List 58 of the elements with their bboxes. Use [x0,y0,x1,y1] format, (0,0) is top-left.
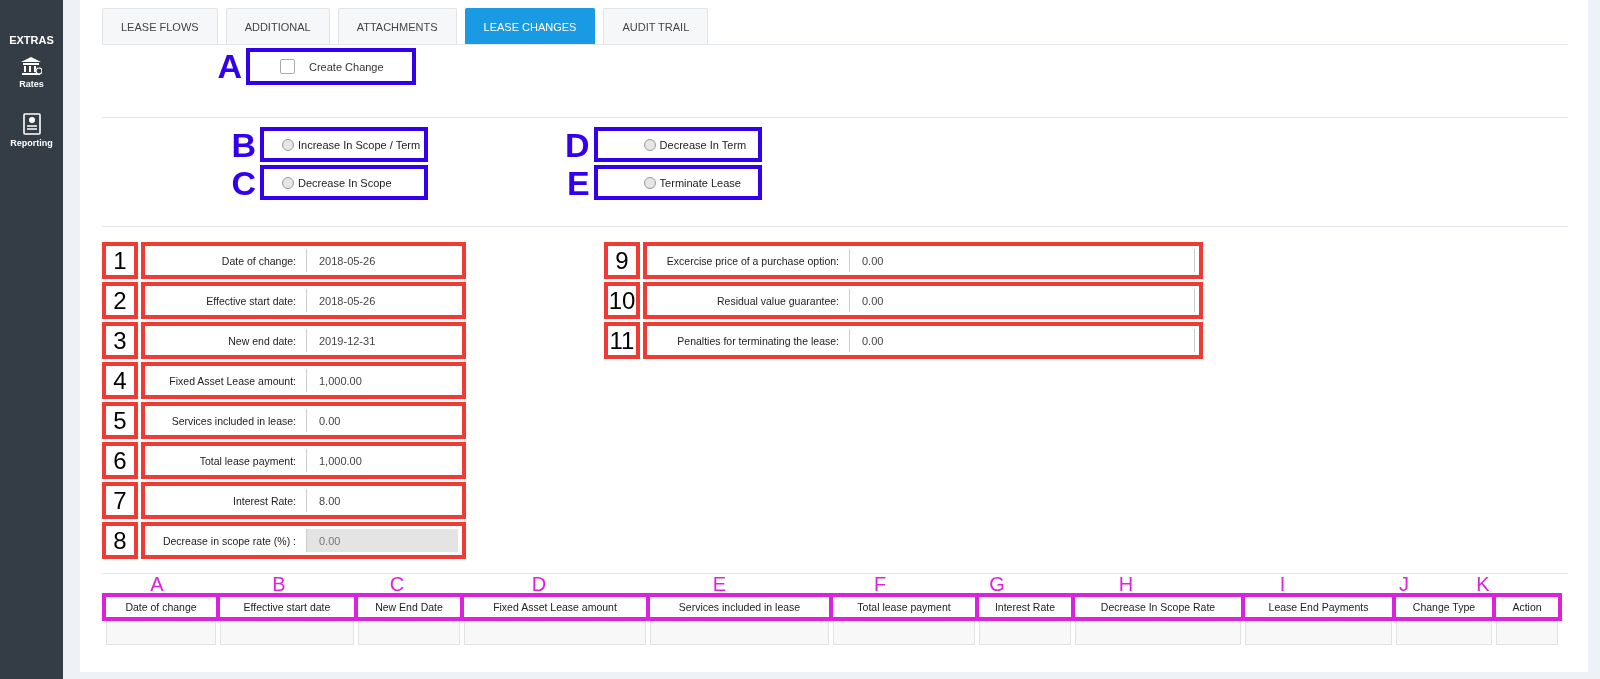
column-header: Decrease In Scope Rate [1075,597,1241,617]
radio-option[interactable]: Terminate Lease [593,165,762,200]
annotation-letter: A [216,48,242,84]
annotation-letter: C [230,164,256,201]
radio-button[interactable] [643,138,656,151]
annotation-number: 3 [102,322,138,359]
annotation-letter: C [388,574,406,594]
sidebar-section-title: EXTRAS [9,34,54,46]
table-cell [1496,621,1558,645]
annotation-number: 1 [102,242,138,279]
column-header: Fixed Asset Lease amount [464,597,646,617]
annotation-letter: D [530,574,548,594]
annotation-letter: A [149,574,165,594]
radio-button[interactable] [643,176,656,189]
annotation-number: 4 [102,362,138,399]
annotation-number: 6 [102,442,138,479]
radio-option[interactable]: Increase In Scope / Term [260,127,428,162]
sidebar-item[interactable]: Reporting [10,113,53,148]
column-header: Lease End Payments [1245,597,1392,617]
tab[interactable]: ADDITIONAL [225,8,330,44]
annotation-letter: H [1117,574,1135,594]
column-header: New End Date [358,597,460,617]
column-header: Change Type [1396,597,1492,617]
sidebar-item[interactable]: Rates [19,56,44,89]
report-icon [22,113,41,135]
annotation-number: 5 [102,402,138,439]
annotation-letter: I [1278,574,1287,594]
column-header: Services included in lease [650,597,829,617]
radio-button[interactable] [282,176,294,189]
annotation-number: 7 [102,482,138,519]
annotation-letter: G [988,574,1006,594]
bank-icon [20,56,43,76]
column-header: Effective start date [220,597,354,617]
radio-button[interactable] [282,138,294,151]
tab[interactable]: LEASE FLOWS [102,8,218,44]
annotation-letter: E [711,574,728,594]
column-header: Interest Rate [979,597,1071,617]
annotation-letter: E [565,164,590,201]
annotation-letter: B [230,126,256,163]
annotation-letter: K [1475,574,1491,594]
annotation-number: 8 [102,522,138,559]
annotation-letter: D [564,126,590,163]
radio-option[interactable]: Decrease In Term [593,127,762,162]
column-header: Total lease payment [833,597,975,617]
checkbox[interactable] [280,59,295,74]
annotation-letter: J [1398,574,1410,594]
tab[interactable]: ATTACHMENTS [337,8,457,44]
tab[interactable]: AUDIT TRAIL [603,8,709,44]
create-change-checkbox[interactable]: Create Change [246,48,416,85]
annotation-number: 11 [604,322,640,359]
annotation-number: 10 [604,282,640,319]
radio-option[interactable]: Decrease In Scope [260,165,428,200]
column-header: Action [1496,597,1558,617]
annotation-letter: B [271,574,287,594]
column-header: Date of change [106,597,216,617]
annotation-number: 2 [102,282,138,319]
annotation-letter: F [872,574,888,594]
annotation-number: 9 [604,242,640,279]
